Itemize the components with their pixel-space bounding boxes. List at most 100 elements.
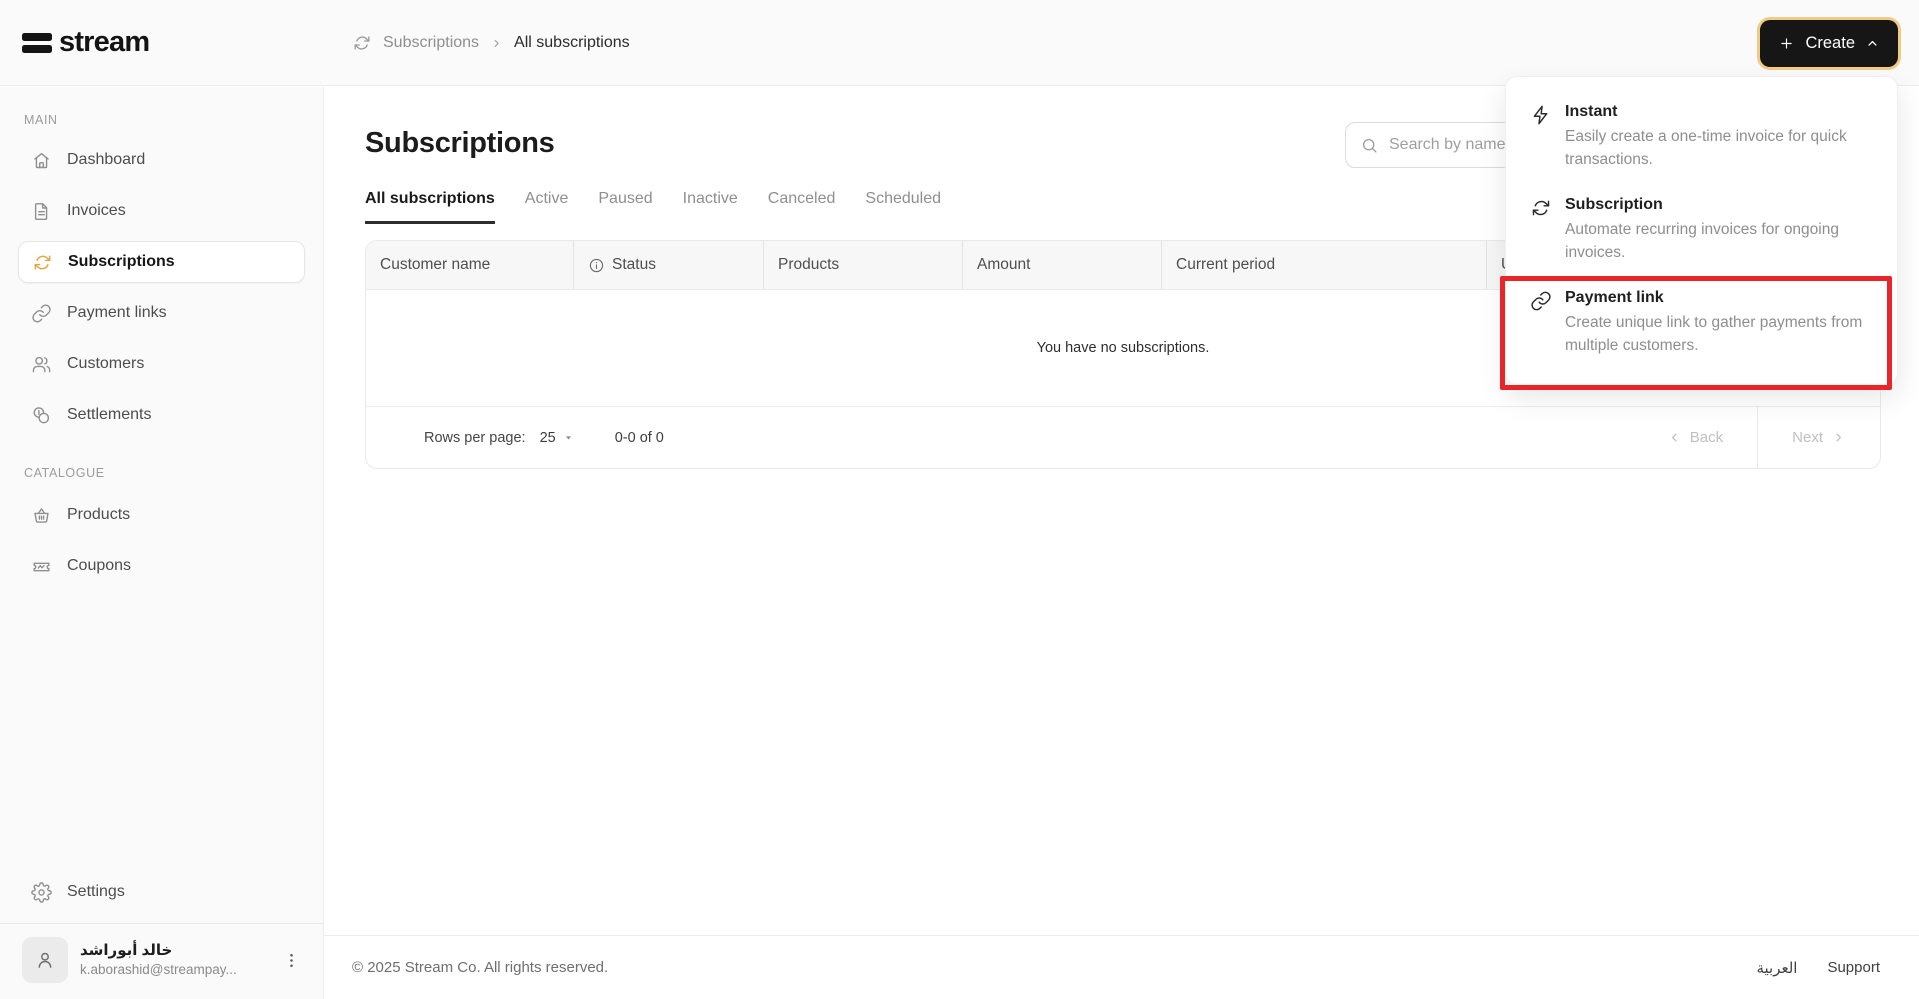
link-icon — [1530, 290, 1552, 312]
sidebar-item-label: Customers — [67, 355, 145, 372]
column-header-current-period: Current period — [1161, 241, 1486, 289]
sidebar-item-settings[interactable]: Settings — [18, 871, 305, 913]
customers-icon — [31, 354, 52, 375]
user-name: خالد أبوراشد — [80, 941, 173, 959]
basket-icon — [31, 505, 52, 526]
menu-item-description: Easily create a one-time invoice for qui… — [1565, 128, 1847, 168]
create-button-label: Create — [1805, 34, 1855, 52]
back-button[interactable]: Back — [1633, 407, 1757, 468]
user-profile-card[interactable]: خالد أبوراشد k.aborashid@streampay... — [18, 924, 305, 999]
chevron-up-icon — [1865, 36, 1880, 51]
sidebar-item-customers[interactable]: Customers — [18, 343, 305, 385]
menu-item-description: Create unique link to gather payments fr… — [1565, 313, 1863, 354]
tab-inactive[interactable]: Inactive — [683, 190, 738, 224]
pagination-bar: Rows per page: 25 0-0 of 0 Back Next — [366, 406, 1880, 468]
language-link[interactable]: العربية — [1756, 959, 1797, 977]
sidebar-item-label: Settings — [67, 883, 125, 900]
sidebar-section-label: MAIN — [24, 113, 58, 127]
kebab-menu-icon[interactable] — [282, 951, 301, 970]
next-button[interactable]: Next — [1758, 407, 1880, 468]
column-header-customer-name: Customer name — [366, 241, 573, 289]
menu-item-text: Payment link Create unique link to gather… — [1565, 289, 1873, 358]
info-icon[interactable] — [588, 257, 605, 274]
gear-icon — [31, 881, 52, 903]
lightning-icon — [1530, 104, 1552, 126]
user-email: k.aborashid@streampay... — [80, 962, 237, 978]
sidebar-item-payment-links[interactable]: Payment links — [18, 292, 305, 334]
tab-all-subscriptions[interactable]: All subscriptions — [365, 190, 495, 224]
tab-canceled[interactable]: Canceled — [768, 190, 836, 224]
pagination-right: Back Next — [1633, 407, 1880, 468]
sidebar-item-dashboard[interactable]: Dashboard — [18, 139, 305, 181]
invoice-icon — [31, 201, 52, 222]
sidebar-item-products[interactable]: Products — [18, 494, 305, 536]
sidebar: MAIN Dashboard Invoices Subscriptions Paymen… — [0, 87, 324, 999]
home-icon — [31, 150, 52, 171]
tab-paused[interactable]: Paused — [598, 190, 652, 224]
plus-icon — [1778, 35, 1795, 52]
breadcrumb-section[interactable]: Subscriptions — [383, 34, 479, 52]
ticket-icon — [31, 556, 52, 577]
create-menu-item-payment-link[interactable]: Payment link Create unique link to gather… — [1530, 289, 1873, 358]
tab-scheduled[interactable]: Scheduled — [865, 190, 941, 224]
sidebar-section-label: CATALOGUE — [24, 466, 105, 480]
person-icon — [34, 949, 56, 971]
menu-item-text: Instant Easily create a one-time invoice … — [1565, 103, 1873, 172]
rows-per-page-value: 25 — [539, 429, 556, 446]
sidebar-bottom: Settings خالد أبوراشد k.aborashid@stream… — [0, 871, 323, 999]
sidebar-item-label: Invoices — [67, 202, 126, 219]
sidebar-item-label: Subscriptions — [68, 253, 175, 270]
user-meta: خالد أبوراشد k.aborashid@streampay... — [80, 941, 237, 979]
sidebar-item-settlements[interactable]: Settlements — [18, 394, 305, 436]
column-header-label: Amount — [977, 256, 1031, 273]
brand-logo-icon — [22, 32, 52, 53]
brand-name: stream — [59, 26, 150, 58]
column-header-label: Status — [612, 256, 656, 273]
column-header-products: Products — [763, 241, 962, 289]
column-header-label: Current period — [1176, 256, 1276, 273]
link-icon — [31, 303, 52, 324]
breadcrumb: Subscriptions All subscriptions — [352, 0, 630, 86]
rows-per-page-label: Rows per page: — [424, 429, 526, 446]
sidebar-item-label: Products — [67, 506, 131, 523]
back-button-label: Back — [1689, 429, 1724, 446]
next-button-label: Next — [1792, 429, 1823, 446]
pagination-left: Rows per page: 25 0-0 of 0 — [366, 407, 664, 468]
avatar — [22, 937, 68, 983]
breadcrumb-current: All subscriptions — [514, 34, 630, 51]
sidebar-item-label: Payment links — [67, 304, 167, 321]
create-menu-item-instant[interactable]: Instant Easily create a one-time invoice … — [1530, 103, 1873, 172]
column-header-label: Products — [778, 256, 840, 273]
footer: © 2025 Stream Co. All rights reserved. ا… — [324, 935, 1919, 999]
brand-logo[interactable]: stream — [22, 26, 150, 59]
support-link[interactable]: Support — [1827, 959, 1880, 977]
app-root: stream Subscriptions All subscriptions C… — [0, 0, 1919, 999]
sync-icon — [352, 33, 372, 53]
column-header-amount: Amount — [962, 241, 1161, 289]
menu-item-description: Automate recurring invoices for ongoing … — [1565, 220, 1839, 261]
copyright-text: © 2025 Stream Co. All rights reserved. — [352, 959, 609, 976]
create-button[interactable]: Create — [1760, 20, 1898, 67]
sync-icon — [32, 252, 53, 273]
menu-item-title: Payment link — [1565, 288, 1664, 306]
chevron-left-icon — [1667, 430, 1682, 445]
top-bar: stream Subscriptions All subscriptions C… — [0, 0, 1919, 86]
sidebar-item-label: Dashboard — [67, 151, 146, 168]
sidebar-item-label: Coupons — [67, 557, 132, 574]
sync-icon — [1530, 197, 1552, 219]
sidebar-item-invoices[interactable]: Invoices — [18, 190, 305, 232]
caret-down-icon — [562, 431, 575, 444]
menu-item-title: Subscription — [1565, 195, 1663, 213]
create-dropdown-menu: Instant Easily create a one-time invoice … — [1505, 76, 1898, 385]
rows-per-page-select[interactable]: 25 — [540, 430, 575, 446]
pagination-range: 0-0 of 0 — [614, 429, 664, 446]
search-icon — [1360, 136, 1379, 155]
chevron-right-icon — [490, 37, 503, 50]
chevron-right-icon — [1831, 430, 1846, 445]
sidebar-item-coupons[interactable]: Coupons — [18, 545, 305, 587]
create-menu-item-subscription[interactable]: Subscription Automate recurring invoices … — [1530, 196, 1873, 265]
menu-item-text: Subscription Automate recurring invoices … — [1565, 196, 1873, 265]
column-header-label: Customer name — [380, 256, 491, 273]
sidebar-item-subscriptions[interactable]: Subscriptions — [18, 241, 305, 283]
tab-active[interactable]: Active — [525, 190, 569, 224]
